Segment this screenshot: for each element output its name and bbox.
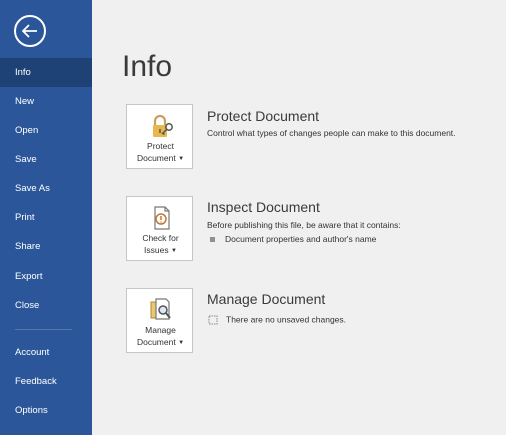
nav-save[interactable]: Save	[0, 145, 92, 174]
nav-print[interactable]: Print	[0, 203, 92, 232]
nav-share[interactable]: Share	[0, 232, 92, 261]
protect-button-label-line2: Document	[136, 153, 176, 163]
manage-document-heading: Manage Document	[207, 291, 326, 307]
protect-button-label-line1: Protect	[147, 141, 174, 151]
nav-save-as[interactable]: Save As	[0, 174, 92, 203]
manage-button-label-line2: Document	[136, 337, 176, 347]
inspect-document-heading: Inspect Document	[207, 199, 320, 215]
nav-feedback[interactable]: Feedback	[0, 367, 92, 396]
nav-divider	[15, 329, 72, 330]
nav-close[interactable]: Close	[0, 291, 92, 320]
manage-button-label-line1: Manage	[145, 325, 176, 335]
inspect-document-description: Before publishing this file, be aware th…	[207, 220, 401, 230]
backstage-sidebar: Info New Open Save Save As Print Share E…	[0, 0, 92, 435]
bullet-icon	[210, 237, 215, 243]
check-for-issues-button[interactable]: Check for Issues ▼	[126, 196, 193, 261]
nav-export[interactable]: Export	[0, 262, 92, 291]
inspect-bullet-text: Document properties and author's name	[225, 234, 377, 244]
manage-document-button[interactable]: Manage Document ▼	[126, 288, 193, 353]
manage-status: There are no unsaved changes.	[208, 315, 346, 325]
manage-status-text: There are no unsaved changes.	[226, 314, 347, 325]
nav-account[interactable]: Account	[0, 338, 92, 367]
info-panel: Info Protect Document ▼ Protect Document…	[92, 0, 506, 435]
lock-key-icon	[153, 114, 173, 137]
nav-options[interactable]: Options	[0, 396, 92, 425]
document-dotted-icon	[208, 315, 218, 325]
back-arrow-icon	[22, 24, 37, 38]
protect-document-button[interactable]: Protect Document ▼	[126, 104, 193, 169]
inspect-bullet-item: Document properties and author's name	[210, 235, 376, 244]
protect-document-description: Control what types of changes people can…	[207, 128, 456, 138]
nav-info[interactable]: Info	[0, 58, 92, 87]
check-issues-label-line2: Issues	[144, 245, 169, 255]
dropdown-caret-icon: ▼	[178, 155, 185, 162]
nav-open[interactable]: Open	[0, 116, 92, 145]
protect-document-heading: Protect Document	[207, 108, 320, 124]
document-search-icon	[150, 298, 171, 320]
nav-new[interactable]: New	[0, 87, 92, 116]
page-title: Info	[122, 50, 173, 83]
dropdown-caret-icon: ▼	[178, 339, 185, 346]
check-issues-label-line1: Check for	[142, 233, 179, 243]
document-check-icon	[154, 206, 170, 230]
back-button[interactable]	[14, 15, 46, 47]
dropdown-caret-icon: ▼	[171, 247, 177, 254]
